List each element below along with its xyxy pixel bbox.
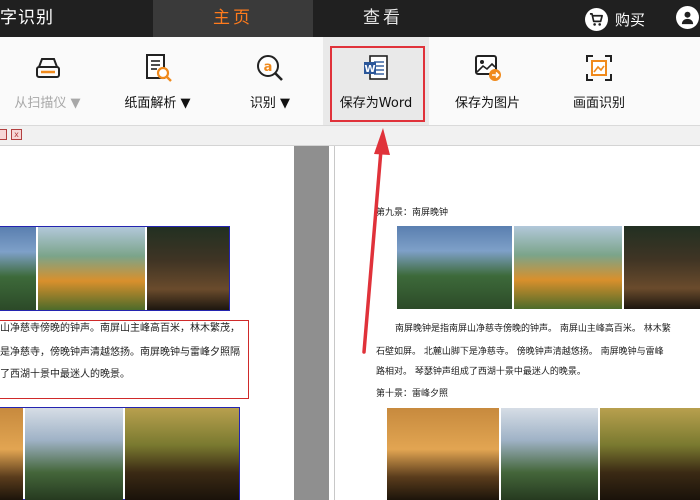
- source-text-line: 山净慈寺傍晚的钟声。南屏山主峰高百米，林木繁茂，: [0, 323, 240, 334]
- save-as-image-button[interactable]: 保存为图片: [445, 37, 530, 125]
- recognize-label: 识别 ▼: [249, 96, 291, 111]
- recognize-button[interactable]: a 识别 ▼: [225, 37, 315, 125]
- result-text-line: 南屏晚钟是指南屏山净慈寺傍晚的钟声。 南屏山主峰高百米。 林木繁: [395, 324, 671, 334]
- section-heading: 第九景：南屏晚钟: [376, 208, 449, 218]
- scenery-photo: [397, 226, 512, 309]
- scenery-photo: [125, 408, 239, 500]
- source-text-line: 是净慈寺，傍晚钟声清越悠扬。南屏晚钟与雷峰夕照隔: [0, 347, 240, 358]
- save-as-word-highlight: [330, 46, 425, 122]
- scenery-photo: [38, 227, 145, 310]
- source-image-pane: 山净慈寺傍晚的钟声。南屏山主峰高百米，林木繁茂， 是净慈寺，傍晚钟声清越悠扬。南…: [0, 146, 294, 500]
- scan-from-scanner-button[interactable]: 从扫描仪 ▼: [0, 37, 95, 125]
- svg-text:a: a: [264, 60, 273, 75]
- result-text-line: 路相对。 琴瑟钟声组成了西湖十景中最迷人的晚景。: [376, 367, 586, 377]
- cart-icon: [585, 7, 608, 31]
- scenery-photo: [387, 408, 499, 500]
- recognize-icon: a: [255, 53, 285, 83]
- document-search-icon: [143, 53, 173, 83]
- save-image-icon: [473, 53, 503, 83]
- save-as-image-label: 保存为图片: [454, 96, 520, 111]
- screen-capture-icon: [584, 53, 614, 83]
- strip-nav-icon[interactable]: [0, 129, 7, 140]
- scenery-photo: [147, 227, 229, 310]
- user-icon: [676, 6, 699, 29]
- document-tab-strip: x: [0, 126, 700, 146]
- scenery-photo: [501, 408, 598, 500]
- source-text-line: 了西湖十景中最迷人的晚景。: [0, 369, 130, 380]
- scenery-photo: [0, 227, 36, 310]
- scenery-photo: [25, 408, 123, 500]
- buy-button[interactable]: 购买: [585, 7, 645, 31]
- tab-view[interactable]: 查看: [313, 0, 453, 37]
- scenery-photo: [600, 408, 700, 500]
- close-icon[interactable]: x: [11, 129, 22, 140]
- recognized-result-pane: 第九景：南屏晚钟 南屏晚钟是指南屏山净慈寺傍晚的钟声。 南屏山主峰高百米。 林木…: [334, 146, 700, 500]
- screen-recognition-label: 画面识别: [572, 96, 625, 111]
- scenery-photo: [514, 226, 622, 309]
- scanner-icon: [33, 53, 63, 83]
- scan-from-scanner-label: 从扫描仪 ▼: [14, 96, 81, 111]
- app-title: 字识别: [0, 8, 54, 28]
- screen-recognition-button[interactable]: 画面识别: [555, 37, 643, 125]
- title-bar: 字识别 主页 查看 购买: [0, 0, 700, 37]
- section-heading: 第十景：雷峰夕照: [376, 389, 449, 399]
- user-account-button[interactable]: [676, 6, 699, 29]
- result-text-line: 石壁如屏。 北麓山脚下是净慈寺。 傍晚钟声清越悠扬。 南屏晚钟与雷峰: [376, 347, 664, 357]
- page-analysis-button[interactable]: 纸面解析 ▼: [105, 37, 210, 125]
- scenery-photo: [0, 408, 23, 500]
- tab-home[interactable]: 主页: [153, 0, 313, 37]
- pane-divider[interactable]: [294, 146, 329, 500]
- scenery-photo: [624, 226, 700, 309]
- page-analysis-label: 纸面解析 ▼: [124, 96, 191, 111]
- buy-label: 购买: [615, 10, 646, 29]
